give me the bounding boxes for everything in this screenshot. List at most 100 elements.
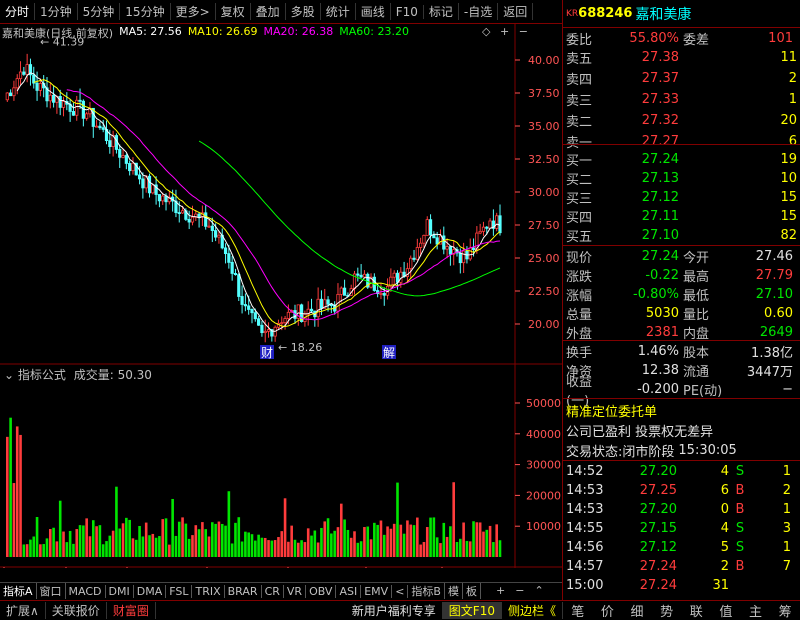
candle-body	[319, 298, 324, 309]
volume-bar	[211, 522, 214, 557]
toolbar-item-11[interactable]: 标记	[424, 3, 459, 20]
weicha-label: 委差	[683, 33, 710, 48]
tab-3[interactable]: DMI	[106, 584, 134, 598]
candle-body	[217, 234, 221, 238]
kr-badge: KR	[566, 8, 579, 19]
quote-view-icon-3[interactable]: 势	[660, 601, 673, 620]
tab-1[interactable]: 窗口	[37, 583, 66, 599]
candle-body	[425, 219, 429, 236]
tab-10[interactable]: OBV	[306, 584, 337, 598]
ask-price: 27.37	[641, 71, 679, 86]
plus-button[interactable]: +	[500, 25, 509, 38]
new-user-welfare-link[interactable]: 新用户福利专享	[346, 602, 443, 619]
add-tab-button[interactable]: +	[496, 584, 505, 597]
volume-bar	[492, 542, 495, 557]
expand-icon[interactable]: ⌃	[534, 584, 543, 597]
tab-0[interactable]: 指标A	[0, 583, 37, 599]
tab-15[interactable]: 模	[445, 583, 463, 599]
remove-tab-button[interactable]: −	[515, 584, 524, 597]
volume-bar	[399, 524, 403, 557]
tab-4[interactable]: DMA	[134, 584, 167, 598]
toolbar-item-8[interactable]: 统计	[321, 3, 356, 20]
volume-bar	[247, 532, 250, 557]
volume-bar	[409, 524, 413, 557]
volume-bar	[323, 521, 327, 557]
quote-view-icon-4[interactable]: 联	[690, 601, 703, 620]
volume-bar	[419, 544, 422, 557]
tab-11[interactable]: ASI	[336, 584, 362, 598]
quote-view-icon-5[interactable]: 值	[719, 601, 732, 620]
quote-view-icon-7[interactable]: 筹	[779, 601, 792, 620]
minus-button[interactable]: −	[519, 25, 528, 38]
tab-12[interactable]: EMV	[361, 584, 393, 598]
candle-body	[419, 242, 423, 248]
bid-label: 买四	[566, 211, 593, 226]
volume-bar	[15, 426, 19, 557]
quote-view-icon-2[interactable]: 细	[631, 601, 644, 620]
toolbar-item-0[interactable]: 分时	[0, 3, 36, 20]
toolbar-item-5[interactable]: 复权	[216, 3, 251, 20]
volume-bar	[29, 539, 32, 557]
toolbar-item-3[interactable]: 15分钟	[120, 3, 171, 20]
tab-16[interactable]: 板	[463, 583, 481, 599]
tick-time: 14:53	[566, 483, 604, 498]
ask-price: 27.38	[641, 50, 679, 65]
indicator-title[interactable]: 指标公式	[18, 368, 66, 382]
stock-name[interactable]: 嘉和美康	[635, 4, 691, 24]
bottom-link-1[interactable]: 关联报价	[46, 602, 107, 619]
promo-banner[interactable]: 精准定位委托单	[563, 401, 657, 420]
volume-bar	[121, 523, 125, 557]
candle-body	[257, 318, 261, 326]
candle-body	[326, 299, 330, 305]
bottom-link-0[interactable]: 扩展∧	[0, 602, 46, 619]
chevron-down-icon[interactable]: ⌄	[4, 368, 14, 382]
toolbar-item-12[interactable]: -自选	[459, 3, 499, 20]
bid-row: 买二 27.13 10	[563, 169, 800, 188]
volume-bar	[68, 530, 72, 557]
kline-svg[interactable]: 40.00 37.50 35.00 32.50 30.00 27.50 25.00 22.50…	[0, 24, 562, 582]
stat-row: 总量 5030 量比 0.60	[563, 304, 800, 323]
volume-bar	[9, 417, 12, 557]
candle-body	[468, 247, 472, 260]
toolbar-item-2[interactable]: 5分钟	[78, 3, 121, 20]
tick-price: 27.24	[639, 559, 677, 574]
kline-chart-area[interactable]: 40.00 37.50 35.00 32.50 30.00 27.50 25.00 22.50…	[0, 24, 562, 582]
tab-2[interactable]: MACD	[66, 584, 106, 598]
ask-label: 卖一	[566, 136, 593, 151]
bid-price: 27.11	[641, 209, 679, 224]
ask-volume: 20	[780, 113, 797, 128]
bottom-link-2[interactable]: 财富圈	[107, 602, 156, 619]
quote-header: KR 688246 嘉和美康	[563, 4, 800, 23]
volume-bar	[98, 525, 102, 557]
candle-body	[286, 311, 290, 319]
tab-8[interactable]: CR	[262, 584, 284, 598]
tab-14[interactable]: 指标B	[408, 583, 445, 599]
toolbar-item-13[interactable]: 返回	[498, 3, 534, 20]
trade-status-row: 交易状态: 闭市阶段 15:30:05	[563, 441, 800, 460]
quote-panel: KR 688246 嘉和美康 委比 55.80% 委差 101 卖五 27.38 11 卖四 27.3…	[563, 0, 800, 598]
toolbar-item-10[interactable]: F10	[391, 4, 424, 19]
tick-count: 2	[782, 483, 791, 498]
toolbar-item-6[interactable]: 叠加	[251, 3, 286, 20]
f10-button[interactable]: 图文F10	[442, 602, 502, 619]
tab-6[interactable]: TRIX	[192, 584, 225, 598]
tab-13[interactable]: <	[392, 584, 409, 598]
tab-7[interactable]: BRAR	[225, 584, 262, 598]
tab-9[interactable]: VR	[284, 584, 307, 598]
tab-5[interactable]: FSL	[166, 584, 193, 598]
y-tick-label: 32.50	[528, 153, 560, 166]
volume-bar	[204, 529, 208, 557]
toolbar-item-7[interactable]: 多股	[286, 3, 321, 20]
candle-body	[157, 194, 162, 202]
diamond-icon[interactable]: ◇	[482, 25, 490, 38]
sidebar-toggle[interactable]: 侧边栏《	[502, 602, 563, 619]
candle-body	[485, 226, 489, 229]
toolbar-item-4[interactable]: 更多>	[171, 3, 216, 20]
quote-view-icon-1[interactable]: 价	[601, 601, 614, 620]
toolbar-item-9[interactable]: 画线	[356, 3, 391, 20]
quote-view-icon-6[interactable]: 主	[749, 601, 762, 620]
toolbar-item-1[interactable]: 1分钟	[35, 3, 78, 20]
candle-body	[223, 247, 228, 255]
quote-view-icon-0[interactable]: 笔	[571, 601, 584, 620]
candle-body	[240, 296, 244, 305]
